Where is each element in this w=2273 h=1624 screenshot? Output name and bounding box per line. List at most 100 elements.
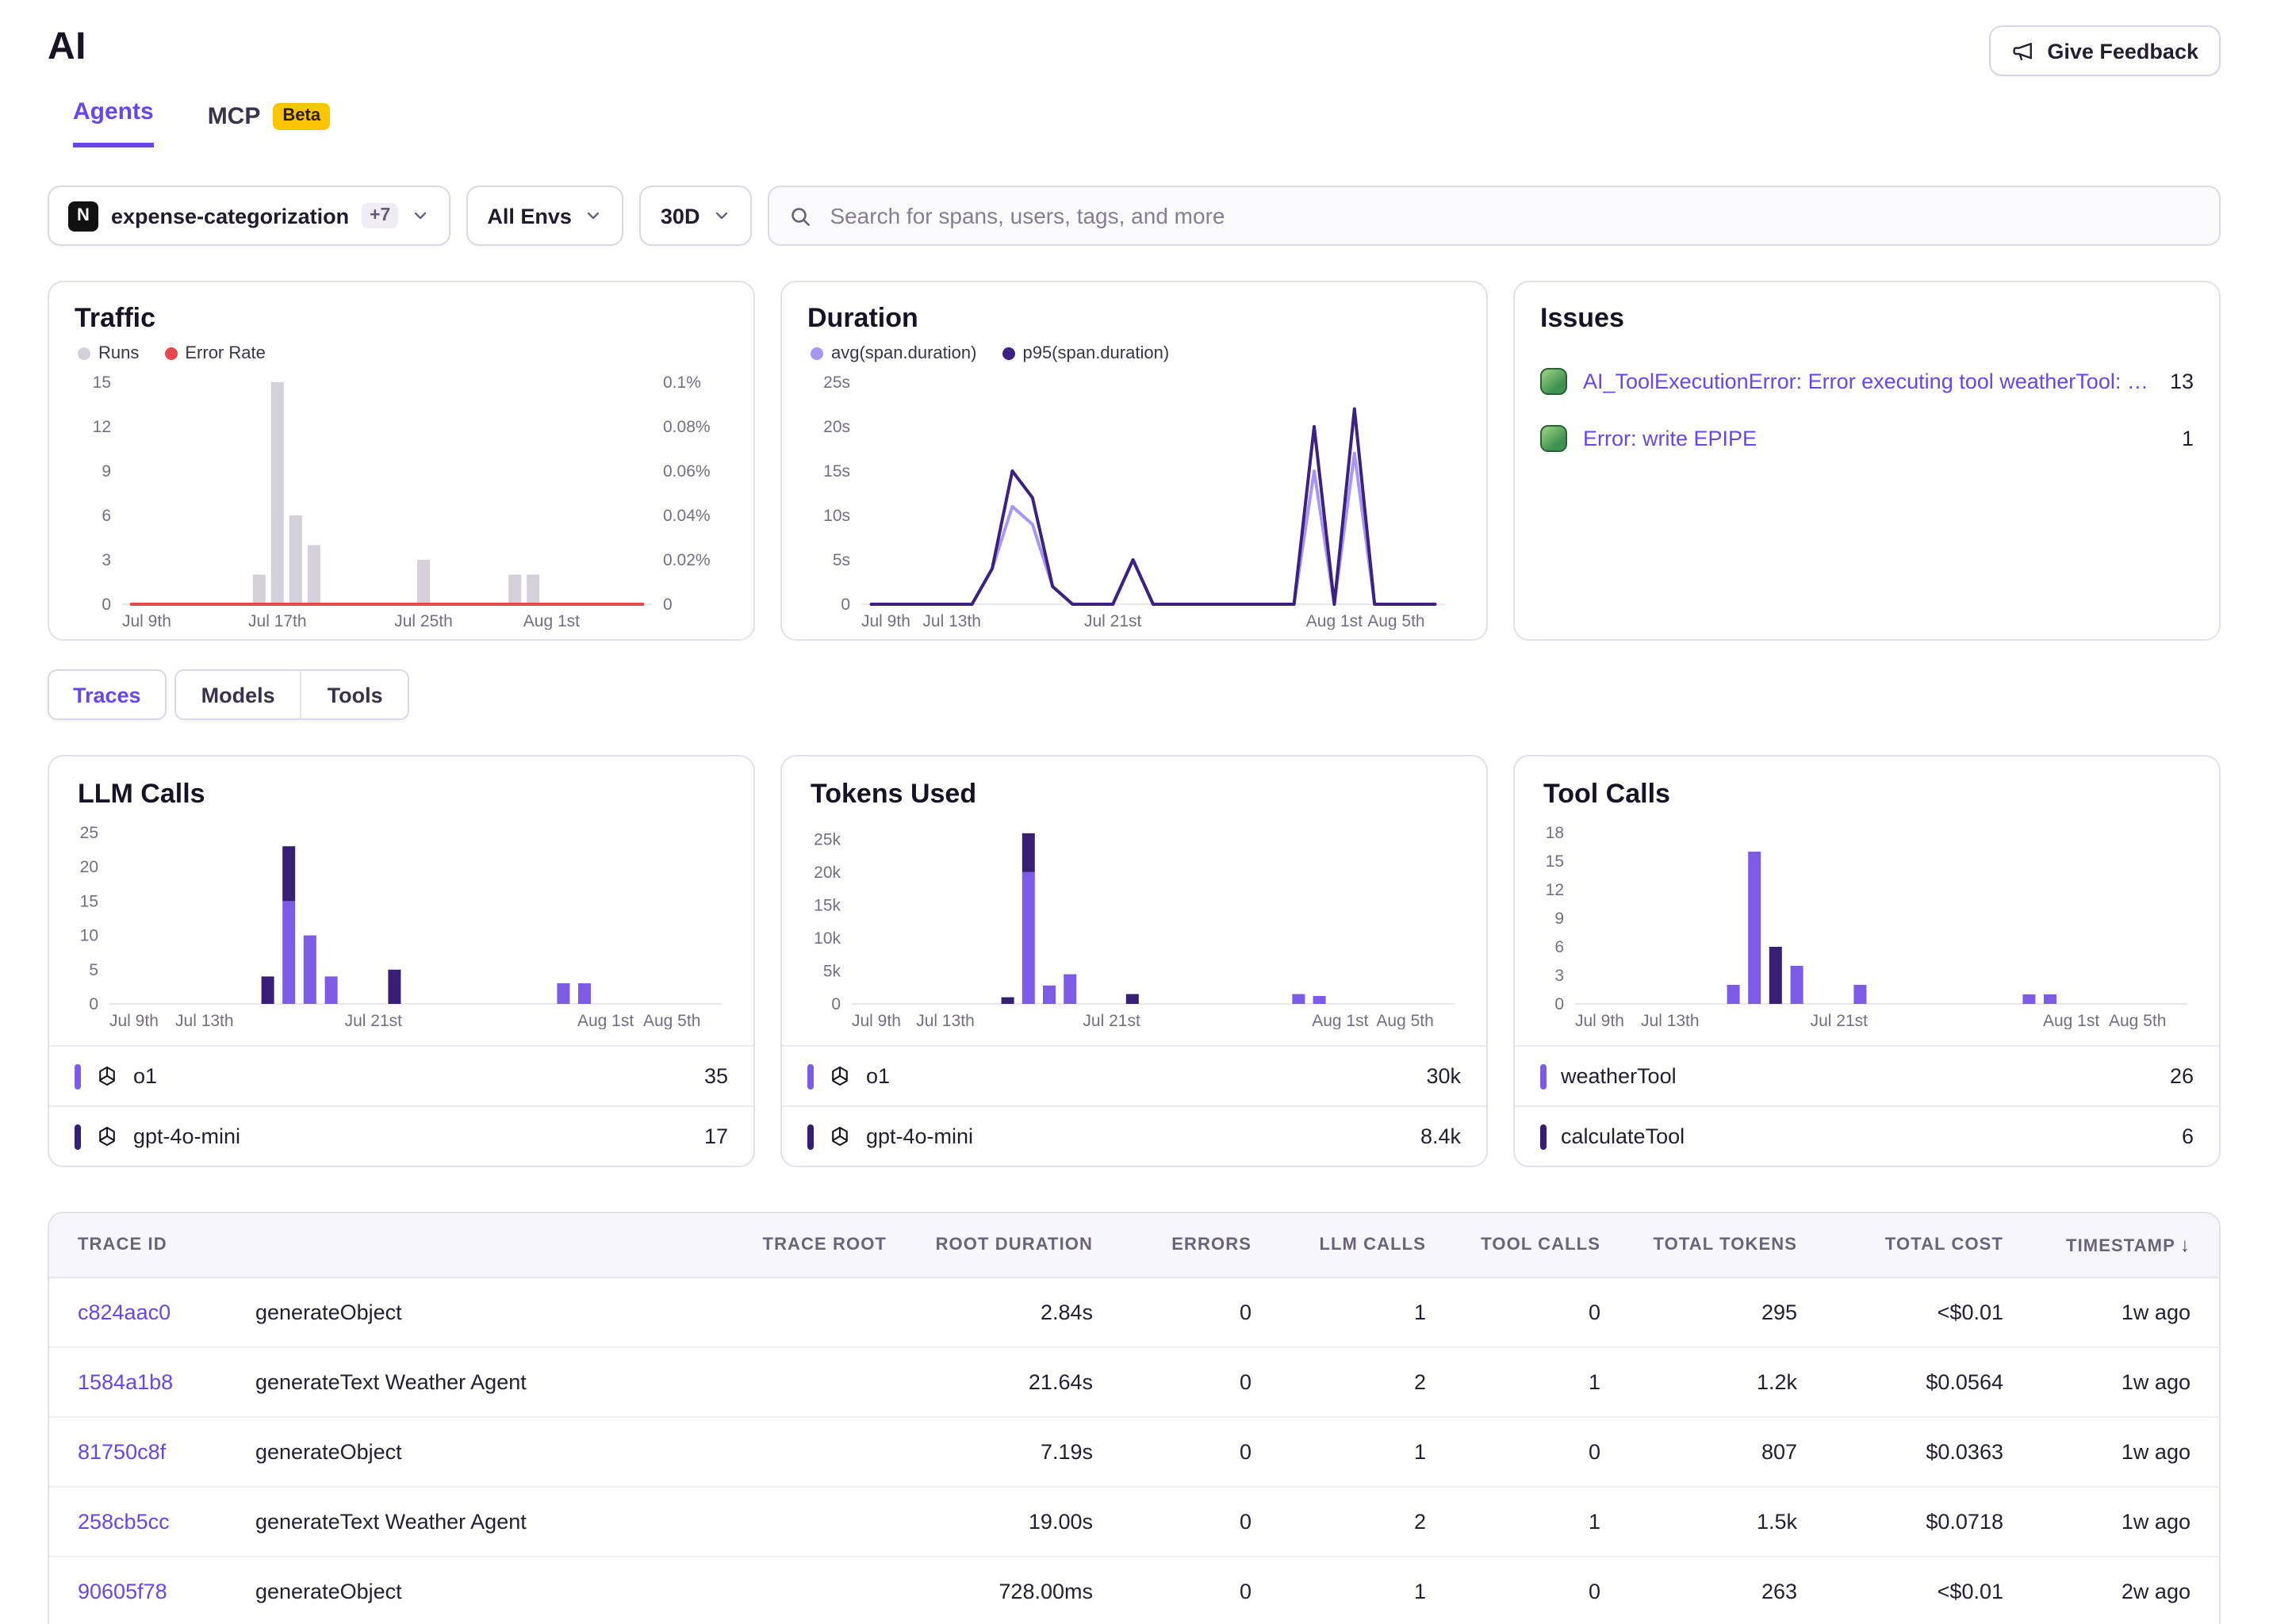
llm-calls-legend: o1 35 gpt-4o-mini 17 xyxy=(49,1045,753,1166)
filter-bar: N expense-categorization +7 All Envs 30D xyxy=(0,186,2273,246)
svg-text:0: 0 xyxy=(89,995,98,1013)
trace-id-link[interactable]: 81750c8f xyxy=(78,1440,166,1464)
column-header[interactable]: Errors xyxy=(1093,1235,1251,1254)
give-feedback-button[interactable]: Give Feedback xyxy=(1988,25,2221,76)
date-range-selector[interactable]: 30D xyxy=(640,186,753,246)
table-row: c824aac0 generateObject 2.84s 0 1 0 295 … xyxy=(49,1278,2219,1346)
issue-level-icon xyxy=(1540,367,1567,394)
legend-row[interactable]: o1 30k xyxy=(782,1045,1486,1105)
column-header[interactable]: Trace Root xyxy=(255,1235,887,1254)
legend-name: o1 xyxy=(133,1064,157,1088)
cell-trace-root: generateObject xyxy=(255,1440,887,1464)
tab-traces[interactable]: Traces xyxy=(48,669,167,720)
cell-total-tokens: 1.5k xyxy=(1600,1510,1797,1534)
page-title: AI xyxy=(48,25,86,70)
column-header[interactable]: Root Duration xyxy=(887,1235,1093,1254)
project-selector[interactable]: N expense-categorization +7 xyxy=(48,186,450,246)
svg-text:0.02%: 0.02% xyxy=(663,551,711,569)
duration-card: Duration avg(span.duration) p95(span.dur… xyxy=(780,281,1488,641)
cell-llm-calls: 1 xyxy=(1251,1440,1426,1464)
tab-mcp[interactable]: MCP Beta xyxy=(208,103,330,147)
duration-card-title: Duration xyxy=(807,301,1461,336)
search-icon xyxy=(788,204,812,228)
trace-id-link[interactable]: c824aac0 xyxy=(78,1300,171,1324)
traffic-card: Traffic Runs Error Rate 0369121500.02%0.… xyxy=(48,281,755,641)
sort-desc-icon: ↓ xyxy=(2180,1234,2191,1256)
column-header[interactable]: Timestamp↓ xyxy=(2003,1234,2191,1256)
tool-calls-card: Tool Calls 0369121518Jul 9thJul 13thJul … xyxy=(1513,755,2221,1167)
timestamp-link[interactable]: 1w ago xyxy=(2122,1300,2191,1324)
svg-text:Jul 17th: Jul 17th xyxy=(248,612,307,630)
cell-errors: 0 xyxy=(1093,1370,1251,1394)
column-header[interactable]: Total Tokens xyxy=(1600,1235,1797,1254)
cell-llm-calls: 2 xyxy=(1251,1510,1426,1534)
issue-link[interactable]: Error: write EPIPE xyxy=(1583,426,2166,450)
overview-cards: Traffic Runs Error Rate 0369121500.02%0.… xyxy=(0,281,2273,641)
openai-icon xyxy=(828,1124,852,1148)
date-range-label: 30D xyxy=(661,204,700,228)
cell-tool-calls: 0 xyxy=(1426,1580,1600,1603)
environment-selector[interactable]: All Envs xyxy=(466,186,624,246)
svg-text:Jul 13th: Jul 13th xyxy=(175,1012,234,1029)
svg-text:15s: 15s xyxy=(823,462,850,481)
legend-value: 26 xyxy=(2170,1064,2194,1088)
cell-root-duration: 2.84s xyxy=(887,1300,1093,1324)
svg-text:Jul 25th: Jul 25th xyxy=(394,612,453,630)
cell-trace-root: generateText Weather Agent xyxy=(255,1510,887,1534)
search-input[interactable] xyxy=(826,201,2200,230)
svg-text:Jul 13th: Jul 13th xyxy=(916,1012,975,1029)
legend-row[interactable]: gpt-4o-mini 8.4k xyxy=(782,1105,1486,1166)
traces-table: Trace ID Trace Root Root Duration Errors… xyxy=(48,1212,2221,1624)
cell-total-cost: <$0.01 xyxy=(1797,1580,2003,1603)
tab-models[interactable]: Models xyxy=(176,671,301,718)
legend-value: 8.4k xyxy=(1420,1124,1461,1148)
tokens-used-title: Tokens Used xyxy=(811,779,1458,810)
issue-count: 1 xyxy=(2182,426,2194,450)
column-header[interactable]: Tool Calls xyxy=(1426,1235,1600,1254)
svg-text:Jul 21st: Jul 21st xyxy=(345,1012,403,1029)
svg-text:Jul 9th: Jul 9th xyxy=(109,1012,159,1029)
search-bar xyxy=(768,186,2221,246)
main-tabs: Agents MCP Beta xyxy=(0,98,2273,147)
legend-value: 17 xyxy=(704,1124,728,1148)
legend-row[interactable]: gpt-4o-mini 17 xyxy=(49,1105,753,1166)
timestamp-link[interactable]: 1w ago xyxy=(2122,1510,2191,1534)
cell-trace-root: generateObject xyxy=(255,1580,887,1603)
legend-row[interactable]: calculateTool 6 xyxy=(1515,1105,2219,1166)
legend-dot xyxy=(1002,347,1014,360)
issue-link[interactable]: AI_ToolExecutionError: Error executing t… xyxy=(1583,369,2154,393)
trace-id-link[interactable]: 258cb5cc xyxy=(78,1510,170,1534)
tab-agents[interactable]: Agents xyxy=(73,98,154,147)
svg-text:Jul 9th: Jul 9th xyxy=(861,612,910,630)
cell-errors: 0 xyxy=(1093,1440,1251,1464)
trace-id-link[interactable]: 90605f78 xyxy=(78,1580,167,1603)
column-header[interactable]: Total Cost xyxy=(1797,1235,2003,1254)
tool-calls-legend: weatherTool 26 calculateTool 6 xyxy=(1515,1045,2219,1166)
cell-tool-calls: 1 xyxy=(1426,1370,1600,1394)
legend-swatch xyxy=(807,1124,814,1149)
tab-agents-label: Agents xyxy=(73,98,154,125)
svg-text:18: 18 xyxy=(1546,824,1564,842)
timestamp-link[interactable]: 1w ago xyxy=(2122,1370,2191,1394)
chevron-down-icon xyxy=(712,206,731,225)
svg-text:0: 0 xyxy=(841,596,850,614)
svg-text:Jul 13th: Jul 13th xyxy=(922,612,981,630)
trace-id-link[interactable]: 1584a1b8 xyxy=(78,1370,173,1394)
column-header[interactable]: LLM Calls xyxy=(1251,1235,1426,1254)
timestamp-link[interactable]: 2w ago xyxy=(2122,1580,2191,1603)
issue-count: 13 xyxy=(2170,369,2194,393)
column-header[interactable]: Trace ID xyxy=(78,1235,255,1254)
table-row: 81750c8f generateObject 7.19s 0 1 0 807 … xyxy=(49,1416,2219,1486)
legend-label: Error Rate xyxy=(185,344,266,363)
legend-row[interactable]: o1 35 xyxy=(49,1045,753,1105)
svg-text:10k: 10k xyxy=(814,929,841,948)
svg-text:15: 15 xyxy=(1546,852,1564,871)
tab-tools[interactable]: Tools xyxy=(301,671,408,718)
svg-text:Jul 13th: Jul 13th xyxy=(1641,1012,1700,1029)
svg-text:Jul 9th: Jul 9th xyxy=(122,612,171,630)
legend-row[interactable]: weatherTool 26 xyxy=(1515,1045,2219,1105)
legend-swatch xyxy=(1540,1124,1547,1149)
view-switcher-group: Models Tools xyxy=(174,669,410,720)
column-header-label: Total Cost xyxy=(1885,1235,2003,1254)
timestamp-link[interactable]: 1w ago xyxy=(2122,1440,2191,1464)
